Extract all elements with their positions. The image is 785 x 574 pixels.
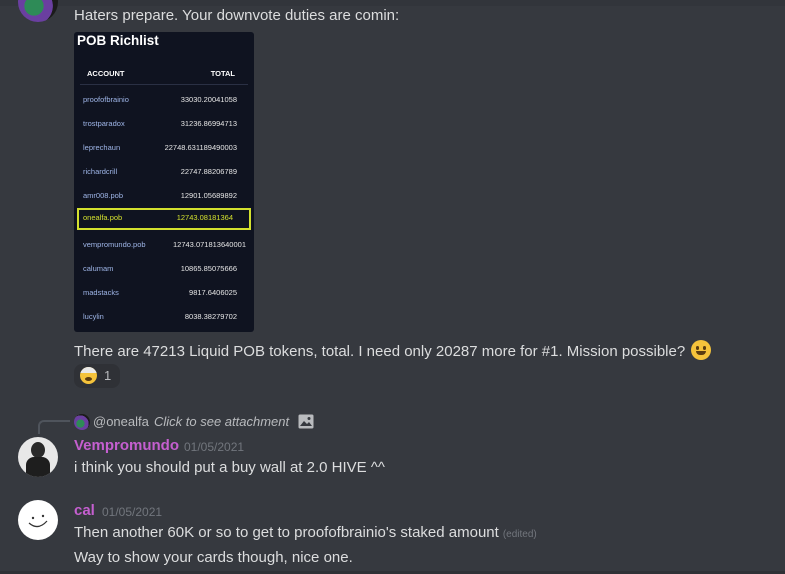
account-total: 31236.86994713	[180, 119, 237, 128]
account-name: lucylin	[83, 312, 104, 321]
reply-username[interactable]: @onealfa	[93, 414, 149, 429]
account-name: vempromundo.pob	[83, 240, 146, 249]
reply-preview[interactable]: Click to see attachment	[154, 414, 289, 429]
table-row: madstacks 9817.6406025	[80, 283, 247, 301]
grinning-face-icon[interactable]	[691, 340, 712, 360]
account-name: richardcrill	[83, 167, 118, 176]
table-row: calumam 10865.85075666	[80, 259, 247, 277]
edited-label: (edited)	[502, 529, 537, 540]
table-row-highlighted: onealfa.pob 12743.08181364	[77, 208, 251, 230]
table-row: richardcrill 22747.88206789	[80, 162, 247, 180]
message-text-content: Then another 60K or so to get to proofof…	[74, 524, 499, 541]
table-row: leprechaun 22748.631189490003	[80, 138, 247, 156]
reaction-button[interactable]: 1	[74, 364, 120, 388]
account-name: proofofbrainio	[83, 95, 129, 104]
timestamp: 01/05/2021	[102, 505, 163, 519]
account-name: leprechaun	[83, 143, 121, 152]
top-edge	[0, 0, 785, 6]
account-total: 33030.20041058	[180, 95, 237, 104]
account-name: amr008.pob	[83, 191, 124, 200]
table-row: proofofbrainio 33030.20041058	[80, 90, 247, 108]
message-text: i think you should put a buy wall at 2.0…	[74, 459, 385, 476]
smiley-doodle-icon	[28, 514, 48, 528]
divider	[80, 84, 248, 85]
avatar[interactable]	[18, 437, 58, 477]
avatar[interactable]	[18, 0, 58, 22]
avatar[interactable]	[18, 500, 58, 540]
richlist-header-account: ACCOUNT	[87, 69, 125, 78]
table-row: lucylin 8038.38279702	[80, 307, 247, 325]
username[interactable]: cal	[74, 502, 95, 519]
account-total: 10865.85075666	[180, 264, 237, 273]
table-row: amr008.pob 12901.05689892	[80, 186, 247, 204]
image-icon	[298, 414, 314, 429]
username[interactable]: Vempromundo	[74, 437, 179, 454]
account-total: 22747.88206789	[180, 167, 237, 176]
richlist-title: POB Richlist	[77, 33, 159, 48]
account-total: 8038.38279702	[184, 312, 237, 321]
account-name: onealfa.pob	[83, 213, 123, 222]
account-total: 22748.631189490003	[164, 143, 237, 152]
reply-avatar[interactable]	[74, 414, 90, 430]
account-name: trostparadox	[83, 119, 125, 128]
message-text: Haters prepare. Your downvote duties are…	[74, 7, 400, 24]
table-row: vempromundo.pob 12743.071813640001	[80, 235, 247, 253]
exploding-head-icon	[80, 367, 97, 384]
timestamp: 01/05/2021	[184, 440, 245, 454]
account-total: 9817.6406025	[189, 288, 237, 297]
richlist-header-total: TOTAL	[210, 69, 235, 78]
reply-spine	[38, 420, 70, 434]
account-name: madstacks	[83, 288, 119, 297]
account-total: 12743.071813640001	[173, 240, 246, 249]
reaction-count: 1	[104, 368, 112, 383]
message-text-content: There are 47213 Liquid POB tokens, total…	[74, 343, 686, 360]
account-name: calumam	[83, 264, 114, 273]
avatar-body	[26, 457, 50, 477]
account-total: 12901.05689892	[180, 191, 237, 200]
message-text-2: There are 47213 Liquid POB tokens, total…	[74, 340, 712, 360]
message-text: Then another 60K or so to get to proofof…	[74, 524, 537, 541]
richlist-attachment-image[interactable]: POB Richlist ACCOUNT TOTAL proofofbraini…	[74, 32, 254, 332]
account-total: 12743.08181364	[176, 213, 233, 222]
avatar-head	[31, 442, 45, 458]
message-text: Way to show your cards though, nice one.	[74, 549, 353, 566]
table-row: trostparadox 31236.86994713	[80, 114, 247, 132]
